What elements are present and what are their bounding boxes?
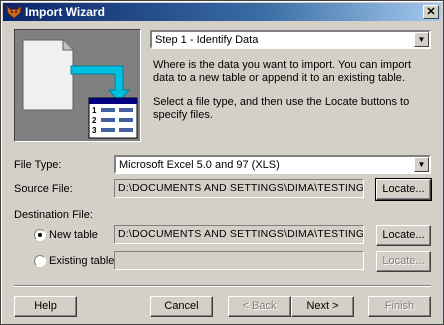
existing-table-radio[interactable] (34, 255, 46, 267)
file-type-label: File Type: (14, 159, 62, 171)
destination-file-label: Destination File: (14, 209, 93, 221)
source-file-value: D:\DOCUMENTS AND SETTINGS\DIMA\TESTING\M… (118, 182, 364, 194)
new-table-label[interactable]: New table (49, 229, 98, 241)
file-type-select[interactable]: Microsoft Excel 5.0 and 97 (XLS) ▼ (114, 155, 431, 174)
close-button[interactable]: ✕ (423, 5, 439, 19)
import-illustration: 1 2 3 (14, 29, 141, 142)
file-type-value: Microsoft Excel 5.0 and 97 (XLS) (119, 159, 280, 171)
finish-button[interactable]: Finish (368, 296, 431, 317)
import-wizard-window: Import Wizard ✕ 1 2 3 Step 1 - Identify … (0, 0, 444, 325)
back-button[interactable]: < Back (228, 296, 291, 317)
svg-text:3: 3 (92, 126, 97, 135)
title-bar[interactable]: Import Wizard ✕ (3, 3, 441, 21)
fox-icon (6, 4, 22, 19)
existing-table-field[interactable] (114, 251, 364, 270)
window-title: Import Wizard (25, 5, 105, 19)
source-file-field[interactable]: D:\DOCUMENTS AND SETTINGS\DIMA\TESTING\M… (114, 179, 364, 198)
existing-table-locate-button[interactable]: Locate... (376, 251, 431, 272)
help-button[interactable]: Help (14, 296, 77, 317)
dropdown-arrow-icon[interactable]: ▼ (414, 157, 429, 172)
source-file-label: Source File: (14, 183, 73, 195)
dropdown-arrow-icon[interactable]: ▼ (414, 32, 429, 47)
description-text-1: Where is the data you want to import. Yo… (153, 59, 412, 84)
svg-text:2: 2 (92, 116, 97, 125)
description-text-2: Select a file type, and then use the Loc… (153, 96, 410, 121)
existing-table-label[interactable]: Existing table (49, 255, 114, 267)
next-button[interactable]: Next > (291, 296, 354, 317)
cancel-button[interactable]: Cancel (150, 296, 213, 317)
import-illustration-graphic: 1 2 3 (22, 39, 138, 139)
new-table-value: D:\DOCUMENTS AND SETTINGS\DIMA\TESTING\M… (118, 228, 364, 240)
separator (14, 285, 431, 287)
new-table-locate-button[interactable]: Locate... (376, 225, 431, 246)
source-locate-button[interactable]: Locate... (375, 178, 432, 201)
step-select[interactable]: Step 1 - Identify Data ▼ (150, 30, 431, 49)
new-table-radio[interactable] (34, 229, 46, 241)
new-table-radio-dot (38, 233, 42, 237)
step-select-value: Step 1 - Identify Data (155, 34, 259, 46)
new-table-field[interactable]: D:\DOCUMENTS AND SETTINGS\DIMA\TESTING\M… (114, 225, 364, 244)
svg-text:1: 1 (92, 106, 97, 115)
